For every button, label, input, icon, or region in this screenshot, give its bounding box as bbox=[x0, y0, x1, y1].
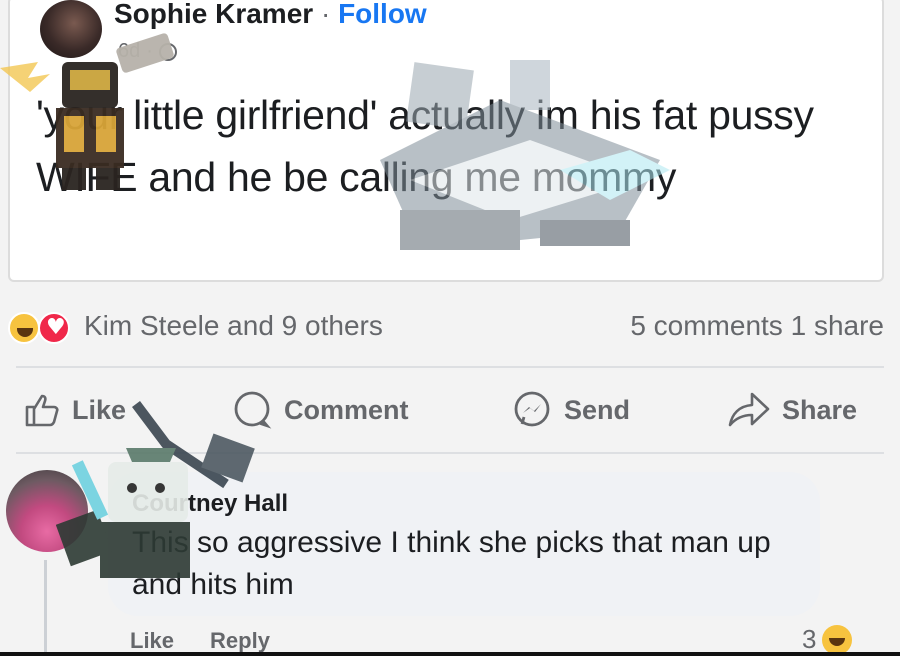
send-label: Send bbox=[564, 394, 631, 425]
thumbs-up-icon bbox=[25, 394, 59, 427]
post-meta: 6d · bbox=[118, 40, 177, 63]
comment-reply-button[interactable]: Reply bbox=[210, 628, 270, 654]
share-label: Share bbox=[782, 394, 858, 425]
author-name[interactable]: Sophie Kramer bbox=[114, 0, 313, 29]
comment-like-button[interactable]: Like bbox=[130, 628, 174, 654]
love-icon bbox=[38, 312, 70, 344]
haha-icon bbox=[822, 624, 853, 655]
like-button[interactable]: Like bbox=[22, 390, 126, 430]
share-button[interactable]: Share bbox=[726, 390, 857, 430]
send-button[interactable]: Send bbox=[510, 390, 630, 430]
screenshot-frame: Sophie Kramer · Follow 6d · 'your little… bbox=[0, 0, 900, 656]
post-stats: 5 comments 1 share bbox=[630, 310, 884, 342]
divider bbox=[16, 366, 884, 368]
comment-reactions[interactable]: 3 bbox=[802, 624, 853, 655]
author-avatar[interactable] bbox=[40, 0, 102, 58]
shares-count-link[interactable]: 1 share bbox=[791, 310, 884, 341]
commenter-name[interactable]: Courtney Hall bbox=[132, 490, 288, 518]
share-arrow-icon bbox=[728, 392, 770, 427]
post-header: Sophie Kramer · Follow bbox=[114, 0, 427, 30]
action-bar: Like Comment Send Share bbox=[0, 380, 900, 440]
globe-icon bbox=[158, 42, 177, 61]
reaction-icons[interactable] bbox=[2, 310, 78, 346]
reply-thread-line bbox=[44, 560, 47, 656]
commenter-avatar[interactable] bbox=[6, 470, 88, 552]
follow-button[interactable]: Follow bbox=[338, 0, 427, 29]
comment-bubble-icon bbox=[234, 391, 272, 429]
like-label: Like bbox=[72, 394, 127, 425]
reactors-link[interactable]: Kim Steele and 9 others bbox=[84, 310, 383, 342]
header-separator: · bbox=[320, 0, 331, 29]
comment-bubble: Courtney Hall This so aggressive I think… bbox=[108, 472, 820, 616]
comment-button[interactable]: Comment bbox=[230, 390, 409, 430]
bottom-edge bbox=[0, 652, 900, 656]
comment-actions: Like Reply bbox=[130, 628, 270, 654]
meta-dot: · bbox=[146, 40, 153, 62]
post-card: Sophie Kramer · Follow 6d · 'your little… bbox=[8, 0, 884, 282]
reactions-summary: Kim Steele and 9 others 5 comments 1 sha… bbox=[0, 300, 900, 356]
post-timestamp[interactable]: 6d bbox=[118, 40, 140, 63]
messenger-icon bbox=[514, 391, 550, 427]
comment-label: Comment bbox=[284, 394, 409, 425]
comment-reaction-count: 3 bbox=[802, 624, 817, 654]
divider bbox=[16, 452, 884, 454]
post-text: 'your little girlfriend' actually im his… bbox=[36, 92, 814, 200]
haha-icon bbox=[8, 312, 40, 344]
comment-text: This so aggressive I think she picks tha… bbox=[132, 526, 771, 601]
comments-count-link[interactable]: 5 comments bbox=[630, 310, 783, 341]
